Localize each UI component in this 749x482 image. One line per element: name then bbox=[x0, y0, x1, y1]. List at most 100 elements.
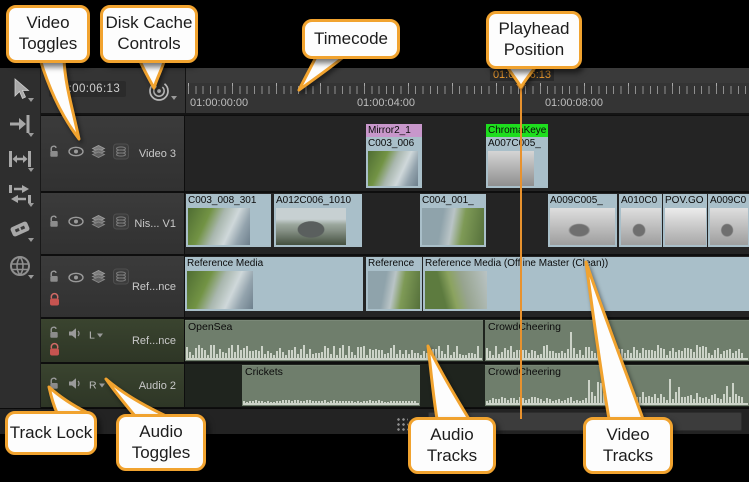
stack-cache-icon[interactable] bbox=[113, 213, 129, 234]
clip-thumbnail bbox=[368, 151, 418, 186]
slip-slide-icon[interactable] bbox=[5, 179, 35, 209]
track-lane-reference-audio[interactable]: OpenSeaCrowdCheering bbox=[185, 319, 749, 362]
playhead-timecode: 01:00:06:13 bbox=[490, 69, 554, 81]
track-header-audio2[interactable]: R Audio 2 bbox=[41, 364, 184, 407]
clip-thumbnail bbox=[710, 208, 748, 245]
track-lock-button[interactable] bbox=[48, 376, 61, 395]
layers-icon[interactable] bbox=[91, 214, 106, 233]
clip-a010c0[interactable]: A010C0 bbox=[619, 194, 662, 247]
clip-label: C003_008_301 bbox=[186, 194, 271, 207]
clip-effect-tag: Mirror2_1 bbox=[366, 124, 422, 137]
track-row-video3: Video 3 Mirror2_1C003_006 ChromaKeyeA007C… bbox=[41, 116, 749, 191]
track-header-v1[interactable]: Nis... V1 bbox=[41, 193, 184, 254]
audio-waveform bbox=[486, 377, 748, 405]
audio-waveform bbox=[486, 332, 748, 360]
track-lane-reference-video[interactable]: Reference MediaReferenceReference Media … bbox=[185, 256, 749, 317]
track-header-reference-video[interactable]: Ref...nce bbox=[41, 256, 184, 317]
ruler-top-bar bbox=[186, 68, 749, 83]
clip-label: A009C005_ bbox=[548, 194, 617, 207]
track-row-reference-audio: L Ref...nce OpenSeaCrowdCheering bbox=[41, 319, 749, 362]
audio-channel-toggle[interactable]: R bbox=[89, 380, 105, 392]
clip-thumbnail bbox=[550, 208, 615, 245]
clip-a009c005-[interactable]: A009C005_ bbox=[548, 194, 617, 247]
red-lock-badge-icon bbox=[48, 342, 61, 362]
clip-label: A010C0 bbox=[619, 194, 662, 207]
track-header-reference-audio[interactable]: L Ref...nce bbox=[41, 319, 184, 362]
select-cursor-icon[interactable] bbox=[5, 74, 35, 104]
clip-effect-tag: ChromaKeye bbox=[486, 124, 548, 137]
clip-thumbnail bbox=[276, 208, 346, 245]
video-monitor-eye-icon[interactable] bbox=[68, 145, 84, 163]
clip-label: C004_001_ bbox=[420, 194, 486, 207]
clip-a012c006-1010[interactable]: A012C006_1010 bbox=[274, 194, 362, 247]
ruler-label: 01:00:00:00 bbox=[190, 97, 248, 109]
clip-c004-001-[interactable]: C004_001_ bbox=[420, 194, 486, 247]
clip-a009c0[interactable]: A009C0 bbox=[708, 194, 749, 247]
clip-reference[interactable]: Reference bbox=[366, 257, 422, 311]
clip-label: Reference Media (Offline Master (Clean)) bbox=[423, 257, 749, 270]
video-monitor-eye-icon[interactable] bbox=[68, 215, 84, 233]
audio-waveform bbox=[243, 377, 419, 405]
panel-grip-handle[interactable] bbox=[396, 417, 408, 432]
clip-c003-008-301[interactable]: C003_008_301 bbox=[186, 194, 271, 247]
tool-palette bbox=[0, 68, 41, 408]
layers-icon[interactable] bbox=[91, 270, 106, 289]
layers-icon[interactable] bbox=[91, 144, 106, 163]
video-monitor-eye-icon[interactable] bbox=[68, 270, 84, 288]
clip-thumbnail bbox=[621, 208, 661, 245]
clip-thumbnail bbox=[188, 208, 250, 245]
clip-label: C003_006 bbox=[366, 137, 422, 150]
timecode-display[interactable]: 01:00:06:13 bbox=[49, 81, 126, 97]
track-row-reference-video: Ref...nce Reference MediaReferenceRefere… bbox=[41, 256, 749, 317]
clip-reference-media[interactable]: Reference Media bbox=[185, 257, 363, 311]
track-lock-button[interactable] bbox=[48, 144, 61, 163]
audio-channel-toggle[interactable]: L bbox=[89, 329, 103, 341]
playhead-marker[interactable] bbox=[516, 84, 526, 91]
clip-crowdcheering[interactable]: CrowdCheering bbox=[485, 365, 749, 406]
stack-cache-icon[interactable] bbox=[113, 143, 129, 164]
clip-thumbnail bbox=[187, 271, 253, 309]
razor-icon[interactable] bbox=[5, 214, 35, 244]
track-lane-video3[interactable]: Mirror2_1C003_006 ChromaKeyeA007C005_ bbox=[185, 116, 749, 191]
extend-edit-icon[interactable] bbox=[5, 109, 35, 139]
clip-thumbnail bbox=[665, 208, 706, 245]
track-lock-button[interactable] bbox=[48, 214, 61, 233]
timeline-header: 01:00:06:13 bbox=[41, 68, 185, 115]
track-name: Ref...nce bbox=[132, 281, 176, 293]
clip-thumbnail bbox=[488, 151, 534, 186]
disk-cache-icon[interactable] bbox=[147, 79, 171, 103]
track-name: Ref...nce bbox=[132, 335, 176, 347]
clip-thumbnail bbox=[368, 271, 420, 309]
clip-crickets[interactable]: Crickets bbox=[242, 365, 420, 406]
track-lane-v1[interactable]: C003_008_301A012C006_1010 C004_001_ A009C0… bbox=[185, 193, 749, 254]
playhead-line[interactable] bbox=[520, 84, 522, 418]
speaker-icon[interactable] bbox=[68, 326, 82, 344]
callout-timecode: Timecode bbox=[302, 19, 400, 59]
stack-cache-icon[interactable] bbox=[113, 269, 129, 290]
globe-icon[interactable] bbox=[5, 251, 35, 281]
clip-opensea[interactable]: OpenSea bbox=[185, 320, 483, 361]
track-row-audio2: R Audio 2 Crickets CrowdCheering bbox=[41, 364, 749, 407]
callout-disk-cache-controls: Disk Cache Controls bbox=[100, 5, 198, 63]
clip-mirror2-1[interactable]: Mirror2_1C003_006 bbox=[366, 124, 422, 188]
tracks-area: Video 3 Mirror2_1C003_006 ChromaKeyeA007C… bbox=[41, 115, 749, 408]
callout-audio-tracks: Audio Tracks bbox=[408, 417, 496, 474]
callout-track-lock: Track Lock bbox=[5, 411, 97, 455]
clip-thumbnail bbox=[425, 271, 487, 309]
timeline-window: 01:00:06:13 01:00:06:13 01:00:00:00 01:0… bbox=[0, 0, 749, 482]
track-header-video3[interactable]: Video 3 bbox=[41, 116, 184, 191]
track-name: Audio 2 bbox=[139, 380, 176, 392]
callout-playhead-position: Playhead Position bbox=[486, 11, 582, 69]
clip-label: Reference Media bbox=[185, 257, 363, 270]
speaker-icon[interactable] bbox=[68, 377, 82, 395]
trim-icon[interactable] bbox=[5, 144, 35, 174]
clip-crowdcheering[interactable]: CrowdCheering bbox=[485, 320, 749, 361]
timecode-ruler[interactable]: 01:00:06:13 01:00:00:00 01:00:04:00 01:0… bbox=[185, 68, 749, 115]
callout-audio-toggles: Audio Toggles bbox=[116, 414, 206, 471]
clip-pov-go[interactable]: POV.GO bbox=[663, 194, 707, 247]
track-lock-button[interactable] bbox=[48, 270, 61, 289]
clip-reference-media-offline-master-clean-[interactable]: Reference Media (Offline Master (Clean)) bbox=[423, 257, 749, 311]
clip-chromakeye[interactable]: ChromaKeyeA007C005_ bbox=[486, 124, 548, 188]
clip-label: A009C0 bbox=[708, 194, 749, 207]
track-lane-audio2[interactable]: Crickets CrowdCheering bbox=[185, 364, 749, 407]
